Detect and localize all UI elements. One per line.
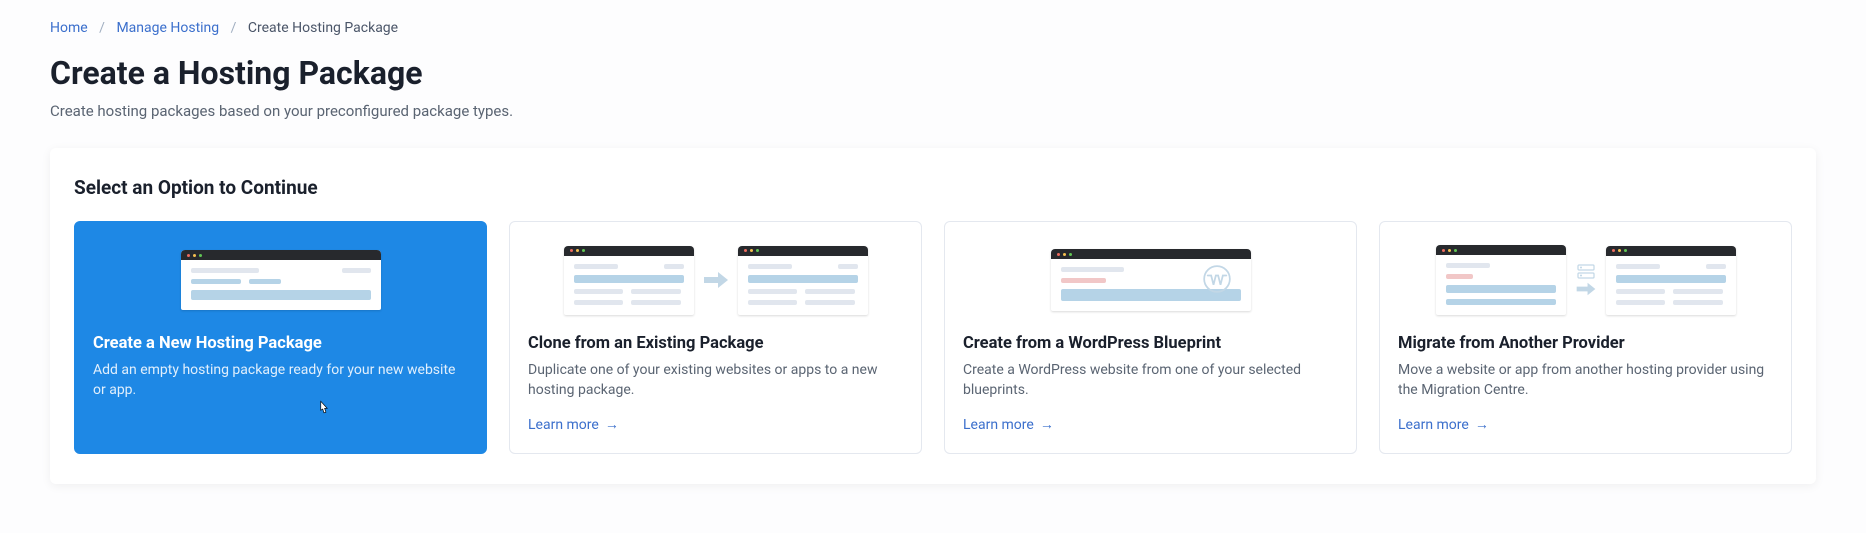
card-title: Migrate from Another Provider	[1398, 334, 1773, 353]
page-subtitle: Create hosting packages based on your pr…	[50, 102, 1816, 120]
card-title: Create from a WordPress Blueprint	[963, 334, 1338, 353]
server-icon	[1577, 264, 1595, 280]
learn-more-link[interactable]: Learn more →	[1398, 416, 1773, 433]
breadcrumb: Home / Manage Hosting / Create Hosting P…	[50, 20, 1816, 36]
arrow-right-icon: →	[1040, 416, 1054, 433]
arrow-right-icon	[704, 271, 728, 289]
learn-more-label: Learn more	[963, 417, 1034, 433]
illustration-migrate	[1398, 240, 1773, 320]
learn-more-label: Learn more	[528, 417, 599, 433]
arrow-right-icon: →	[1475, 416, 1489, 433]
card-title: Create a New Hosting Package	[93, 334, 468, 353]
option-card-wordpress-blueprint[interactable]: Create from a WordPress Blueprint Create…	[944, 221, 1357, 454]
wordpress-icon	[1203, 265, 1231, 293]
breadcrumb-separator: /	[99, 20, 105, 36]
breadcrumb-home-link[interactable]: Home	[50, 20, 88, 36]
breadcrumb-manage-hosting-link[interactable]: Manage Hosting	[116, 20, 219, 36]
arrow-right-icon	[1576, 282, 1596, 296]
panel-heading: Select an Option to Continue	[74, 176, 1792, 199]
option-cards-row: Create a New Hosting Package Add an empt…	[74, 221, 1792, 454]
card-description: Move a website or app from another hosti…	[1398, 361, 1773, 400]
arrow-right-icon: →	[605, 416, 619, 433]
illustration-clone	[528, 240, 903, 320]
card-description: Create a WordPress website from one of y…	[963, 361, 1338, 400]
illustration-wordpress	[963, 240, 1338, 320]
learn-more-link[interactable]: Learn more →	[528, 416, 903, 433]
breadcrumb-current: Create Hosting Package	[248, 20, 398, 36]
card-description: Add an empty hosting package ready for y…	[93, 361, 468, 433]
learn-more-link[interactable]: Learn more →	[963, 416, 1338, 433]
card-title: Clone from an Existing Package	[528, 334, 903, 353]
options-panel: Select an Option to Continue Create a Ne…	[50, 148, 1816, 484]
page-title: Create a Hosting Package	[50, 54, 1816, 92]
option-card-create-new[interactable]: Create a New Hosting Package Add an empt…	[74, 221, 487, 454]
breadcrumb-separator: /	[231, 20, 237, 36]
illustration-new-package	[93, 240, 468, 320]
option-card-clone[interactable]: Clone from an Existing Package Duplicate…	[509, 221, 922, 454]
card-description: Duplicate one of your existing websites …	[528, 361, 903, 400]
option-card-migrate[interactable]: Migrate from Another Provider Move a web…	[1379, 221, 1792, 454]
learn-more-label: Learn more	[1398, 417, 1469, 433]
